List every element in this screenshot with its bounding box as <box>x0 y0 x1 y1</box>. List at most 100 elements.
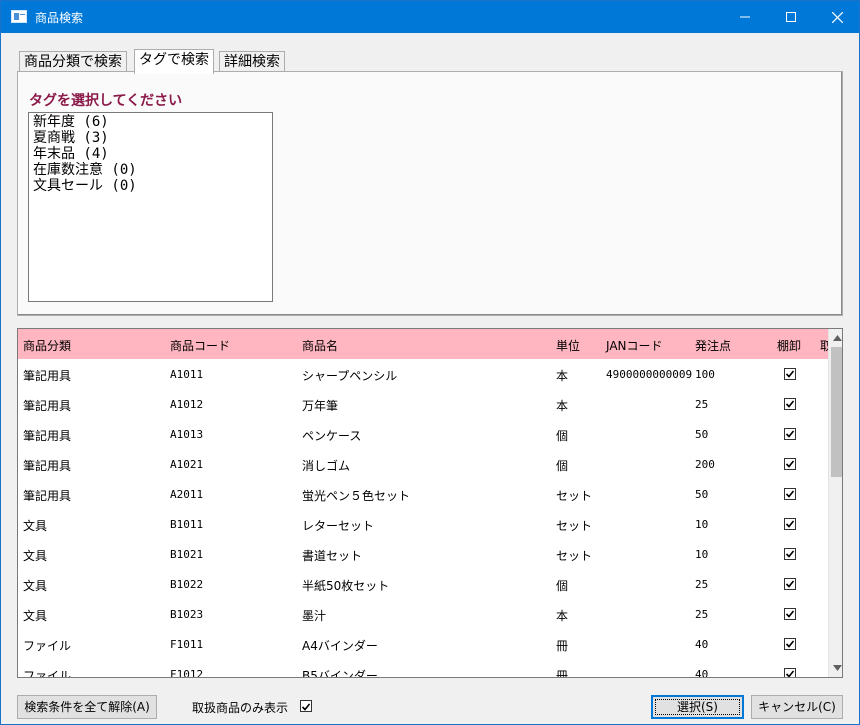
table-row[interactable]: 筆記用具 A1012 万年筆 本 25 <box>18 389 828 419</box>
cell-code: B1023 <box>170 608 204 621</box>
inventory-checkbox[interactable] <box>784 488 796 500</box>
grid-header: 商品分類 商品コード 商品名 単位 JANコード 発注点 棚卸 取 <box>18 329 832 359</box>
cell-reorder: 50 <box>695 488 709 501</box>
tag-prompt-label: タグを選択してください <box>29 93 183 109</box>
window-title: 商品検索 <box>35 11 84 25</box>
cell-name: 書道セット <box>302 549 363 563</box>
cell-code: F1011 <box>170 638 204 651</box>
column-header-reorder[interactable]: 発注点 <box>695 337 731 354</box>
table-row[interactable]: ファイル F1011 A4バインダー 冊 40 <box>18 629 828 659</box>
handled-only-checkbox[interactable] <box>300 700 312 712</box>
cell-code: B1021 <box>170 548 204 561</box>
table-row[interactable]: 文具 B1022 半紙50枚セット 個 25 <box>18 569 828 599</box>
cell-code: A1013 <box>170 428 204 441</box>
table-row[interactable]: 文具 B1021 書道セット セット 10 <box>18 539 828 569</box>
inventory-checkbox[interactable] <box>784 548 796 560</box>
cell-reorder: 10 <box>695 548 709 561</box>
maximize-button[interactable] <box>768 1 814 33</box>
cell-category: 筆記用具 <box>23 489 72 503</box>
inventory-checkbox[interactable] <box>784 668 796 677</box>
tag-item[interactable]: 新年度 (6) <box>33 114 268 130</box>
cell-unit: 本 <box>556 399 569 413</box>
inventory-checkbox[interactable] <box>784 398 796 410</box>
table-row[interactable]: 筆記用具 A1021 消しゴム 個 200 <box>18 449 828 479</box>
tag-item[interactable]: 夏商戦 (3) <box>33 130 268 146</box>
inventory-checkbox[interactable] <box>784 428 796 440</box>
vertical-scrollbar[interactable] <box>828 329 842 677</box>
title-bar[interactable]: 商品検索 <box>1 1 859 33</box>
tag-listbox[interactable]: 新年度 (6) 夏商戦 (3) 年末品 (4) 在庫数注意 (0) 文具セール … <box>28 112 273 302</box>
cell-category: ファイル <box>23 639 72 653</box>
inventory-checkbox[interactable] <box>784 518 796 530</box>
check-icon <box>785 490 795 498</box>
cell-name: 万年筆 <box>302 399 339 413</box>
tag-item[interactable]: 在庫数注意 (0) <box>33 162 268 178</box>
column-header-code[interactable]: 商品コード <box>170 337 230 354</box>
check-icon <box>785 460 795 468</box>
maximize-icon <box>786 12 796 22</box>
table-row[interactable]: 文具 B1011 レターセット セット 10 <box>18 509 828 539</box>
cell-category: 文具 <box>23 579 48 593</box>
cell-reorder: 25 <box>695 398 709 411</box>
cell-reorder: 25 <box>695 578 709 591</box>
cancel-button[interactable]: キャンセル(C) <box>751 695 843 719</box>
table-row[interactable]: 文具 B1023 墨汁 本 25 <box>18 599 828 629</box>
scroll-down-button[interactable] <box>829 660 842 676</box>
cell-name: 消しゴム <box>302 459 351 473</box>
check-icon <box>785 520 795 528</box>
table-row[interactable]: ファイル F1012 B5バインダー 冊 40 <box>18 659 828 678</box>
close-icon <box>831 11 843 23</box>
product-grid[interactable]: 商品分類 商品コード 商品名 単位 JANコード 発注点 棚卸 取 筆記用具 A1… <box>17 328 843 678</box>
tag-item[interactable]: 文具セール (0) <box>33 178 268 194</box>
column-header-unit[interactable]: 単位 <box>556 337 580 354</box>
cell-unit: セット <box>556 489 593 503</box>
column-header-jan[interactable]: JANコード <box>606 337 663 354</box>
table-row[interactable]: 筆記用具 A2011 蛍光ペン５色セット セット 50 <box>18 479 828 509</box>
cell-code: B1022 <box>170 578 204 591</box>
footer-bar: 検索条件を全て解除(A) 取扱商品のみ表示 選択(S) キャンセル(C) <box>1 687 859 724</box>
check-icon <box>785 670 795 677</box>
column-header-name[interactable]: 商品名 <box>302 337 338 354</box>
cell-unit: 冊 <box>556 669 569 678</box>
cell-unit: 個 <box>556 429 569 443</box>
inventory-checkbox[interactable] <box>784 638 796 650</box>
column-header-category[interactable]: 商品分類 <box>23 337 71 354</box>
cell-reorder: 100 <box>695 368 715 381</box>
inventory-checkbox[interactable] <box>784 578 796 590</box>
close-button[interactable] <box>814 1 860 33</box>
cell-unit: 本 <box>556 369 569 383</box>
cell-unit: 個 <box>556 459 569 473</box>
cell-code: B1011 <box>170 518 204 531</box>
cell-reorder: 200 <box>695 458 715 471</box>
chevron-up-icon <box>832 335 842 341</box>
tag-search-panel: タグを選択してください 新年度 (6) 夏商戦 (3) 年末品 (4) 在庫数注… <box>17 71 843 316</box>
cell-reorder: 10 <box>695 518 709 531</box>
check-icon <box>785 370 795 378</box>
clear-conditions-button[interactable]: 検索条件を全て解除(A) <box>17 695 157 719</box>
cell-name: ペンケース <box>302 429 362 443</box>
cell-reorder: 40 <box>695 668 709 678</box>
cell-unit: 冊 <box>556 639 569 653</box>
minimize-icon <box>740 16 750 18</box>
tab-detail-search[interactable]: 詳細検索 <box>219 51 285 73</box>
tab-category-search[interactable]: 商品分類で検索 <box>19 51 127 73</box>
cell-name: 半紙50枚セット <box>302 579 390 593</box>
column-header-inventory[interactable]: 棚卸 <box>777 337 801 354</box>
scroll-up-button[interactable] <box>829 330 842 346</box>
cell-category: ファイル <box>23 669 72 678</box>
cell-code: F1012 <box>170 668 204 678</box>
inventory-checkbox[interactable] <box>784 368 796 380</box>
tab-tag-search[interactable]: タグで検索 <box>134 49 214 74</box>
inventory-checkbox[interactable] <box>784 608 796 620</box>
minimize-button[interactable] <box>722 1 768 33</box>
select-button[interactable]: 選択(S) <box>651 695 744 719</box>
table-row[interactable]: 筆記用具 A1011 シャープペンシル 本 4900000000009 100 <box>18 359 828 389</box>
inventory-checkbox[interactable] <box>784 458 796 470</box>
cell-name: レターセット <box>302 519 375 533</box>
scroll-thumb[interactable] <box>831 347 842 477</box>
tag-item[interactable]: 年末品 (4) <box>33 146 268 162</box>
cell-category: 筆記用具 <box>23 459 72 473</box>
cell-name: シャープペンシル <box>302 369 398 383</box>
table-row[interactable]: 筆記用具 A1013 ペンケース 個 50 <box>18 419 828 449</box>
cell-jan: 4900000000009 <box>606 368 693 381</box>
